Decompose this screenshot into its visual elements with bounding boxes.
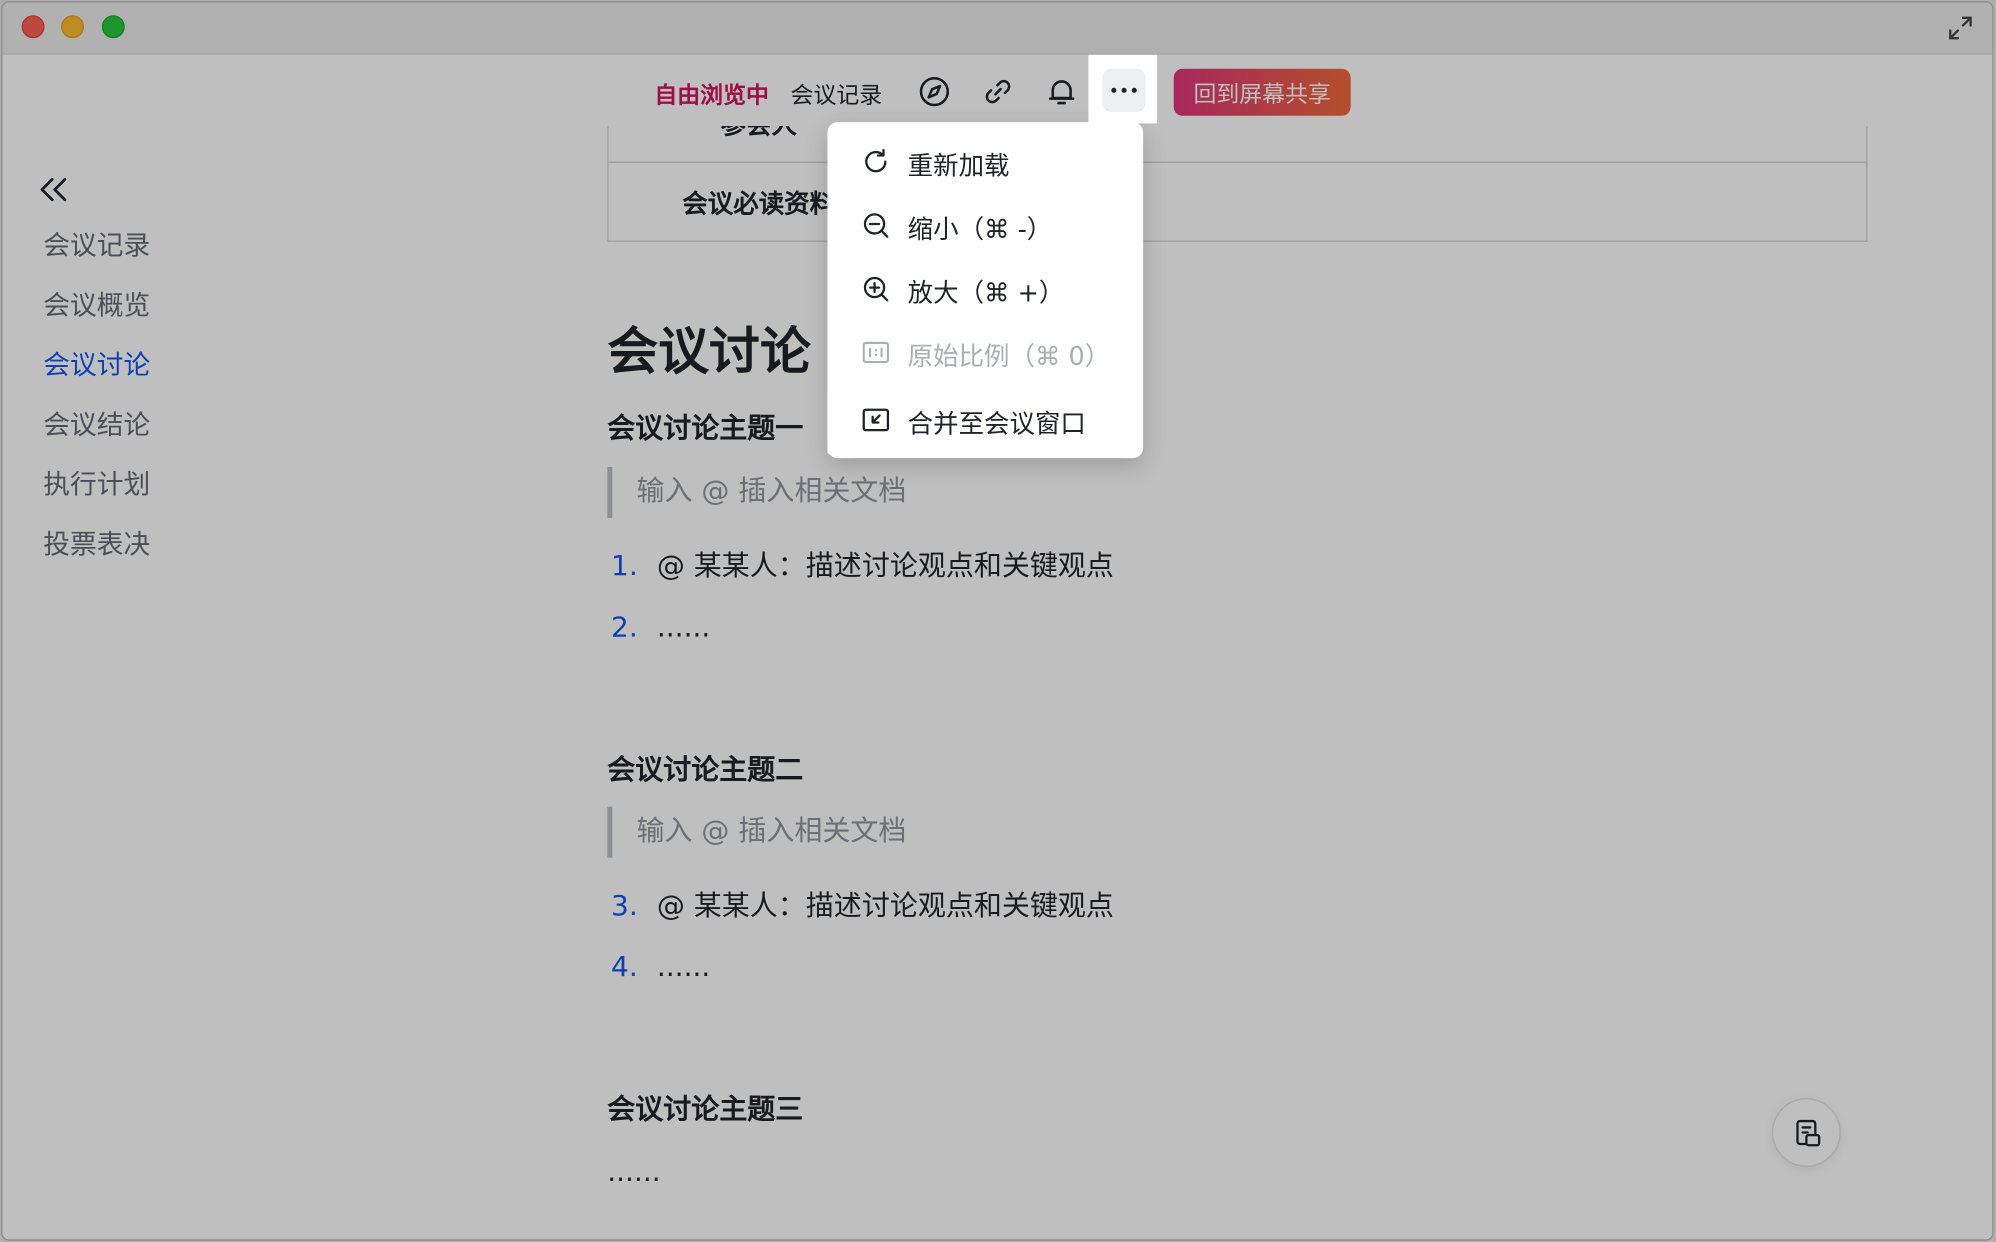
outline-item-meeting-overview[interactable]: 会议概览 — [43, 286, 150, 346]
menu-item-label: 放大（⌘ +） — [907, 277, 1065, 308]
list-number: 3. — [611, 890, 638, 923]
table-row: 会议必读资料 文档 — [607, 161, 1868, 242]
list-number: 1. — [611, 550, 638, 583]
title-bar — [2, 2, 1993, 55]
browsing-mode-label: 自由浏览中 — [654, 82, 769, 110]
zoom-in-icon — [861, 274, 892, 305]
zoom-out-icon — [861, 210, 892, 241]
list-item-text: @ 某某人：描述讨论观点和关键观点 — [656, 550, 1114, 583]
menu-item-label: 重新加载 — [907, 150, 1010, 181]
topic-title-3: 会议讨论主题三 — [607, 1094, 804, 1127]
outline-item-action-plan[interactable]: 执行计划 — [43, 466, 150, 526]
more-options-menu: 重新加载 缩小（⌘ -） 放大（⌘ +） 原始比例（⌘ 0） 合并至会议窗口 — [827, 122, 1144, 459]
return-to-screen-share-button[interactable]: 回到屏幕共享 — [1173, 68, 1351, 116]
menu-item-zoom-in[interactable]: 放大（⌘ +） — [827, 257, 1143, 321]
minimize-window-button[interactable] — [61, 15, 85, 39]
document-body: 参会人 人员 会议必读资料 文档 会议讨论 会议讨论主题一 输入 @ 插入相关文… — [607, 125, 1880, 1239]
merge-window-icon — [861, 405, 892, 436]
outline-item-vote[interactable]: 投票表决 — [43, 526, 150, 586]
actual-size-icon — [861, 337, 892, 368]
close-window-button[interactable] — [21, 15, 45, 39]
topic-title-2: 会议讨论主题二 — [607, 754, 804, 787]
bell-icon[interactable] — [1044, 74, 1080, 110]
insert-doc-placeholder[interactable]: 输入 @ 插入相关文档 — [607, 806, 906, 858]
menu-item-zoom-out[interactable]: 缩小（⌘ -） — [827, 193, 1143, 257]
zoom-window-button[interactable] — [101, 15, 125, 39]
list-item-text: @ 某某人：描述讨论观点和关键观点 — [656, 890, 1114, 923]
menu-item-label: 缩小（⌘ -） — [907, 213, 1053, 245]
more-icon — [1102, 68, 1146, 112]
doc-title: 会议记录 — [790, 82, 883, 110]
list-item[interactable]: 4....... — [611, 952, 710, 984]
menu-item-reload[interactable]: 重新加载 — [827, 130, 1143, 194]
compass-icon[interactable] — [917, 74, 953, 110]
link-icon[interactable] — [980, 74, 1016, 110]
insert-doc-placeholder[interactable]: 输入 @ 插入相关文档 — [607, 467, 906, 518]
section-heading: 会议讨论 — [607, 323, 811, 382]
more-button[interactable] — [1088, 54, 1158, 124]
list-item[interactable]: 1. @ 某某人：描述讨论观点和关键观点 — [611, 543, 1114, 584]
menu-item-label: 合并至会议窗口 — [907, 408, 1086, 440]
outline-item-meeting-conclusion[interactable]: 会议结论 — [43, 406, 150, 466]
reload-icon — [861, 146, 892, 177]
list-item[interactable]: 3. @ 某某人：描述讨论观点和关键观点 — [611, 883, 1114, 924]
outline-item-meeting-record[interactable]: 会议记录 — [43, 227, 150, 287]
menu-item-merge-window[interactable]: 合并至会议窗口 — [827, 388, 1139, 455]
menu-item-label: 原始比例（⌘ 0） — [907, 341, 1111, 372]
outline-item-meeting-discussion[interactable]: 会议讨论 — [43, 346, 150, 406]
outline-nav: 会议记录 会议概览 会议讨论 会议结论 执行计划 投票表决 — [43, 227, 150, 586]
menu-item-actual-size: 原始比例（⌘ 0） — [827, 321, 1143, 385]
collapse-sidebar-icon[interactable] — [36, 172, 72, 208]
list-item-text: ...... — [656, 612, 711, 644]
topic-body-text[interactable]: ...... — [607, 1157, 660, 1189]
list-item[interactable]: 2....... — [611, 612, 710, 644]
floating-doc-button[interactable] — [1772, 1098, 1841, 1167]
topic-title-1: 会议讨论主题一 — [607, 413, 804, 446]
list-number: 4. — [611, 951, 638, 984]
document-icon — [1796, 1119, 1821, 1147]
list-item-text: ...... — [656, 951, 711, 984]
table-row: 参会人 人员 — [607, 125, 1868, 163]
toolbar: 自由浏览中 会议记录 回到屏幕共享 — [2, 54, 1993, 126]
list-number: 2. — [611, 612, 638, 644]
meeting-info-table: 参会人 人员 会议必读资料 文档 — [607, 125, 1868, 242]
screen: 自由浏览中 会议记录 回到屏幕共享 会议记录 会议概览 会议讨论 会议结论 执行… — [0, 0, 1996, 1242]
expand-icon[interactable] — [1946, 14, 1974, 42]
